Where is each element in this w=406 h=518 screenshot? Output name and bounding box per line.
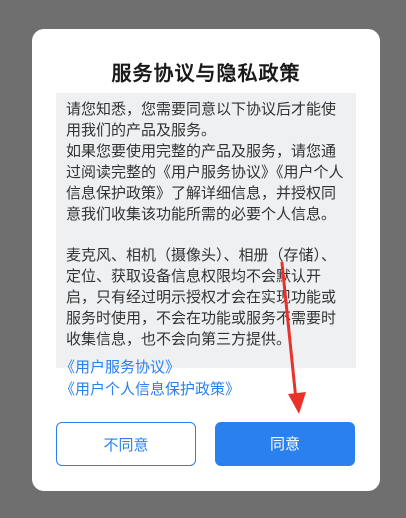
agreement-paragraph: 如果您要使用完整的产品及服务，请您通过阅读完整的《用户服务协议》《用户个人信息保… (66, 142, 344, 223)
agreement-paragraph: 请您知悉，您需要同意以下协议后才能使用我们的产品及服务。 (66, 100, 337, 139)
privacy-policy-link[interactable]: 《用户个人信息保护政策》 (60, 378, 240, 400)
privacy-dialog: 服务协议与隐私政策 请您知悉，您需要同意以下协议后才能使用我们的产品及服务。 如… (32, 29, 380, 491)
agreement-text-scroll[interactable]: 请您知悉，您需要同意以下协议后才能使用我们的产品及服务。 如果您要使用完整的产品… (56, 93, 356, 368)
agreement-links: 《用户服务协议》 《用户个人信息保护政策》 (60, 356, 240, 400)
agreement-paragraph: 麦克风、相机（摄像头）、相册（存储）、定位、获取设备信息权限均不会默认开启，只有… (66, 246, 337, 348)
service-agreement-link[interactable]: 《用户服务协议》 (60, 356, 240, 378)
decline-button[interactable]: 不同意 (56, 422, 196, 466)
dialog-title: 服务协议与隐私政策 (111, 61, 301, 85)
agree-button[interactable]: 同意 (215, 422, 355, 466)
